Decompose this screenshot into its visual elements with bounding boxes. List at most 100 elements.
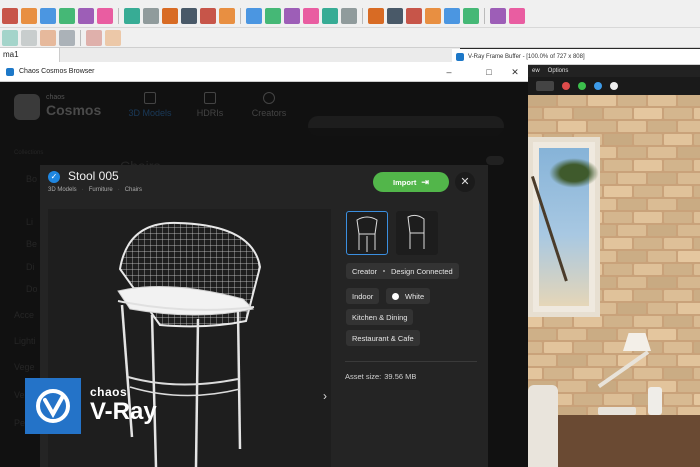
close-icon[interactable]: ✕ [455, 172, 475, 192]
brick [664, 394, 692, 405]
vfb-green-channel-icon[interactable] [578, 82, 586, 90]
tag-restaurant-cafe[interactable]: Restaurant & Cafe [346, 330, 420, 346]
tab-label: Creators [251, 108, 287, 118]
select-icon[interactable] [2, 7, 18, 24]
wireframe-icon[interactable] [59, 29, 75, 46]
component-icon[interactable] [322, 7, 338, 24]
layer-icon[interactable] [341, 7, 357, 24]
shaded-icon[interactable] [105, 29, 121, 46]
tab-creators[interactable]: Creators [242, 92, 296, 124]
vfb-mono-channel-icon[interactable] [610, 82, 618, 90]
vfb-menu-view[interactable]: ew [532, 68, 540, 74]
hidden-line-icon[interactable] [86, 29, 102, 46]
brick [664, 160, 692, 171]
brick [528, 121, 556, 132]
asset-preview[interactable]: › [48, 209, 331, 467]
brick [618, 381, 646, 392]
brick [528, 95, 556, 106]
user-icon[interactable] [406, 7, 422, 24]
vfb-red-channel-icon[interactable] [562, 82, 570, 90]
brick [618, 251, 646, 262]
zoom-icon[interactable] [284, 7, 300, 24]
tab-hdris[interactable]: HDRIs [190, 92, 230, 124]
import-button[interactable]: Import ⇥ [373, 172, 449, 192]
tab-label: 3D Models [128, 108, 172, 118]
rotate-icon[interactable] [143, 7, 159, 24]
left-icon[interactable] [21, 29, 37, 46]
brick [604, 238, 632, 249]
asset-size-label: Asset size: [345, 372, 382, 381]
vfb-channel-dropdown[interactable] [536, 81, 554, 91]
brick [618, 147, 646, 158]
brand-chaos: chaos [90, 385, 128, 399]
breadcrumb-separator: · [81, 187, 84, 193]
brand-vray: V-Ray [90, 398, 157, 425]
tab-3d-models[interactable]: 3D Models [120, 92, 180, 124]
pan-icon[interactable] [265, 7, 281, 24]
brick [618, 121, 646, 132]
breadcrumb: 3D Models · Furniture · Chairs [48, 187, 142, 193]
brick [678, 251, 700, 262]
brick [648, 329, 676, 340]
brick [558, 329, 586, 340]
warehouse-icon[interactable] [368, 7, 384, 24]
next-image-chevron-icon[interactable]: › [323, 389, 327, 403]
xray-icon[interactable] [40, 29, 56, 46]
orbit-icon[interactable] [246, 7, 262, 24]
pushpull-icon[interactable] [97, 7, 113, 24]
sketchup-model-tab[interactable]: ma1 [0, 48, 60, 62]
brick [588, 95, 616, 106]
screen: ma1 V-Ray Frame Buffer - [100.0% of 727 … [0, 0, 700, 467]
vfb-title: V-Ray Frame Buffer - [100.0% of 727 x 80… [468, 53, 585, 60]
creator-tag[interactable]: Creator Design Connected [346, 263, 459, 279]
vfb-blue-channel-icon[interactable] [594, 82, 602, 90]
brick [604, 108, 632, 119]
scale-icon[interactable] [162, 7, 178, 24]
tape-icon[interactable] [200, 7, 216, 24]
maximize-icon[interactable]: □ [482, 65, 496, 79]
right-icon[interactable] [509, 7, 525, 24]
brick [694, 316, 700, 327]
thumbnail-2[interactable] [396, 211, 438, 255]
brick [618, 277, 646, 288]
brick [634, 212, 662, 223]
minimize-icon[interactable]: – [442, 65, 456, 79]
move-icon[interactable] [124, 7, 140, 24]
brick [588, 121, 616, 132]
tag-indoor[interactable]: Indoor [346, 288, 380, 304]
brick [618, 199, 646, 210]
brick [648, 225, 676, 236]
thumbnail-1[interactable] [346, 211, 388, 255]
brick [604, 264, 632, 275]
divider [345, 361, 477, 362]
brick [574, 368, 602, 379]
zoom-extents-icon[interactable] [303, 7, 319, 24]
breadcrumb-item[interactable]: Chairs [125, 187, 142, 193]
cosmos-logo-text: Cosmos [46, 102, 102, 118]
brick [528, 329, 556, 340]
iso-icon[interactable] [444, 7, 460, 24]
brick [678, 277, 700, 288]
sketchup-toolbar-secondary [0, 28, 700, 48]
pencil-icon[interactable] [40, 7, 56, 24]
toolbar-separator [484, 7, 485, 24]
text-icon[interactable] [219, 7, 235, 24]
cosmos-titlebar[interactable]: Chaos Cosmos Browser – □ ✕ [0, 62, 528, 82]
extension-icon[interactable] [387, 7, 403, 24]
top-icon[interactable] [463, 7, 479, 24]
breadcrumb-item[interactable]: 3D Models [48, 187, 77, 193]
eraser-icon[interactable] [21, 7, 37, 24]
arc-icon[interactable] [59, 7, 75, 24]
back-icon[interactable] [2, 29, 18, 46]
creator-name: Design Connected [391, 266, 453, 276]
brick [634, 108, 662, 119]
breadcrumb-item[interactable]: Furniture [89, 187, 113, 193]
tag-kitchen-dining[interactable]: Kitchen & Dining [346, 309, 414, 325]
offset-icon[interactable] [181, 7, 197, 24]
front-icon[interactable] [490, 7, 506, 24]
vfb-menu-options[interactable]: Options [548, 68, 569, 74]
shape-icon[interactable] [78, 7, 94, 24]
style-icon[interactable] [425, 7, 441, 24]
tag-white[interactable]: White [386, 288, 431, 304]
close-window-icon[interactable]: ✕ [508, 65, 522, 79]
